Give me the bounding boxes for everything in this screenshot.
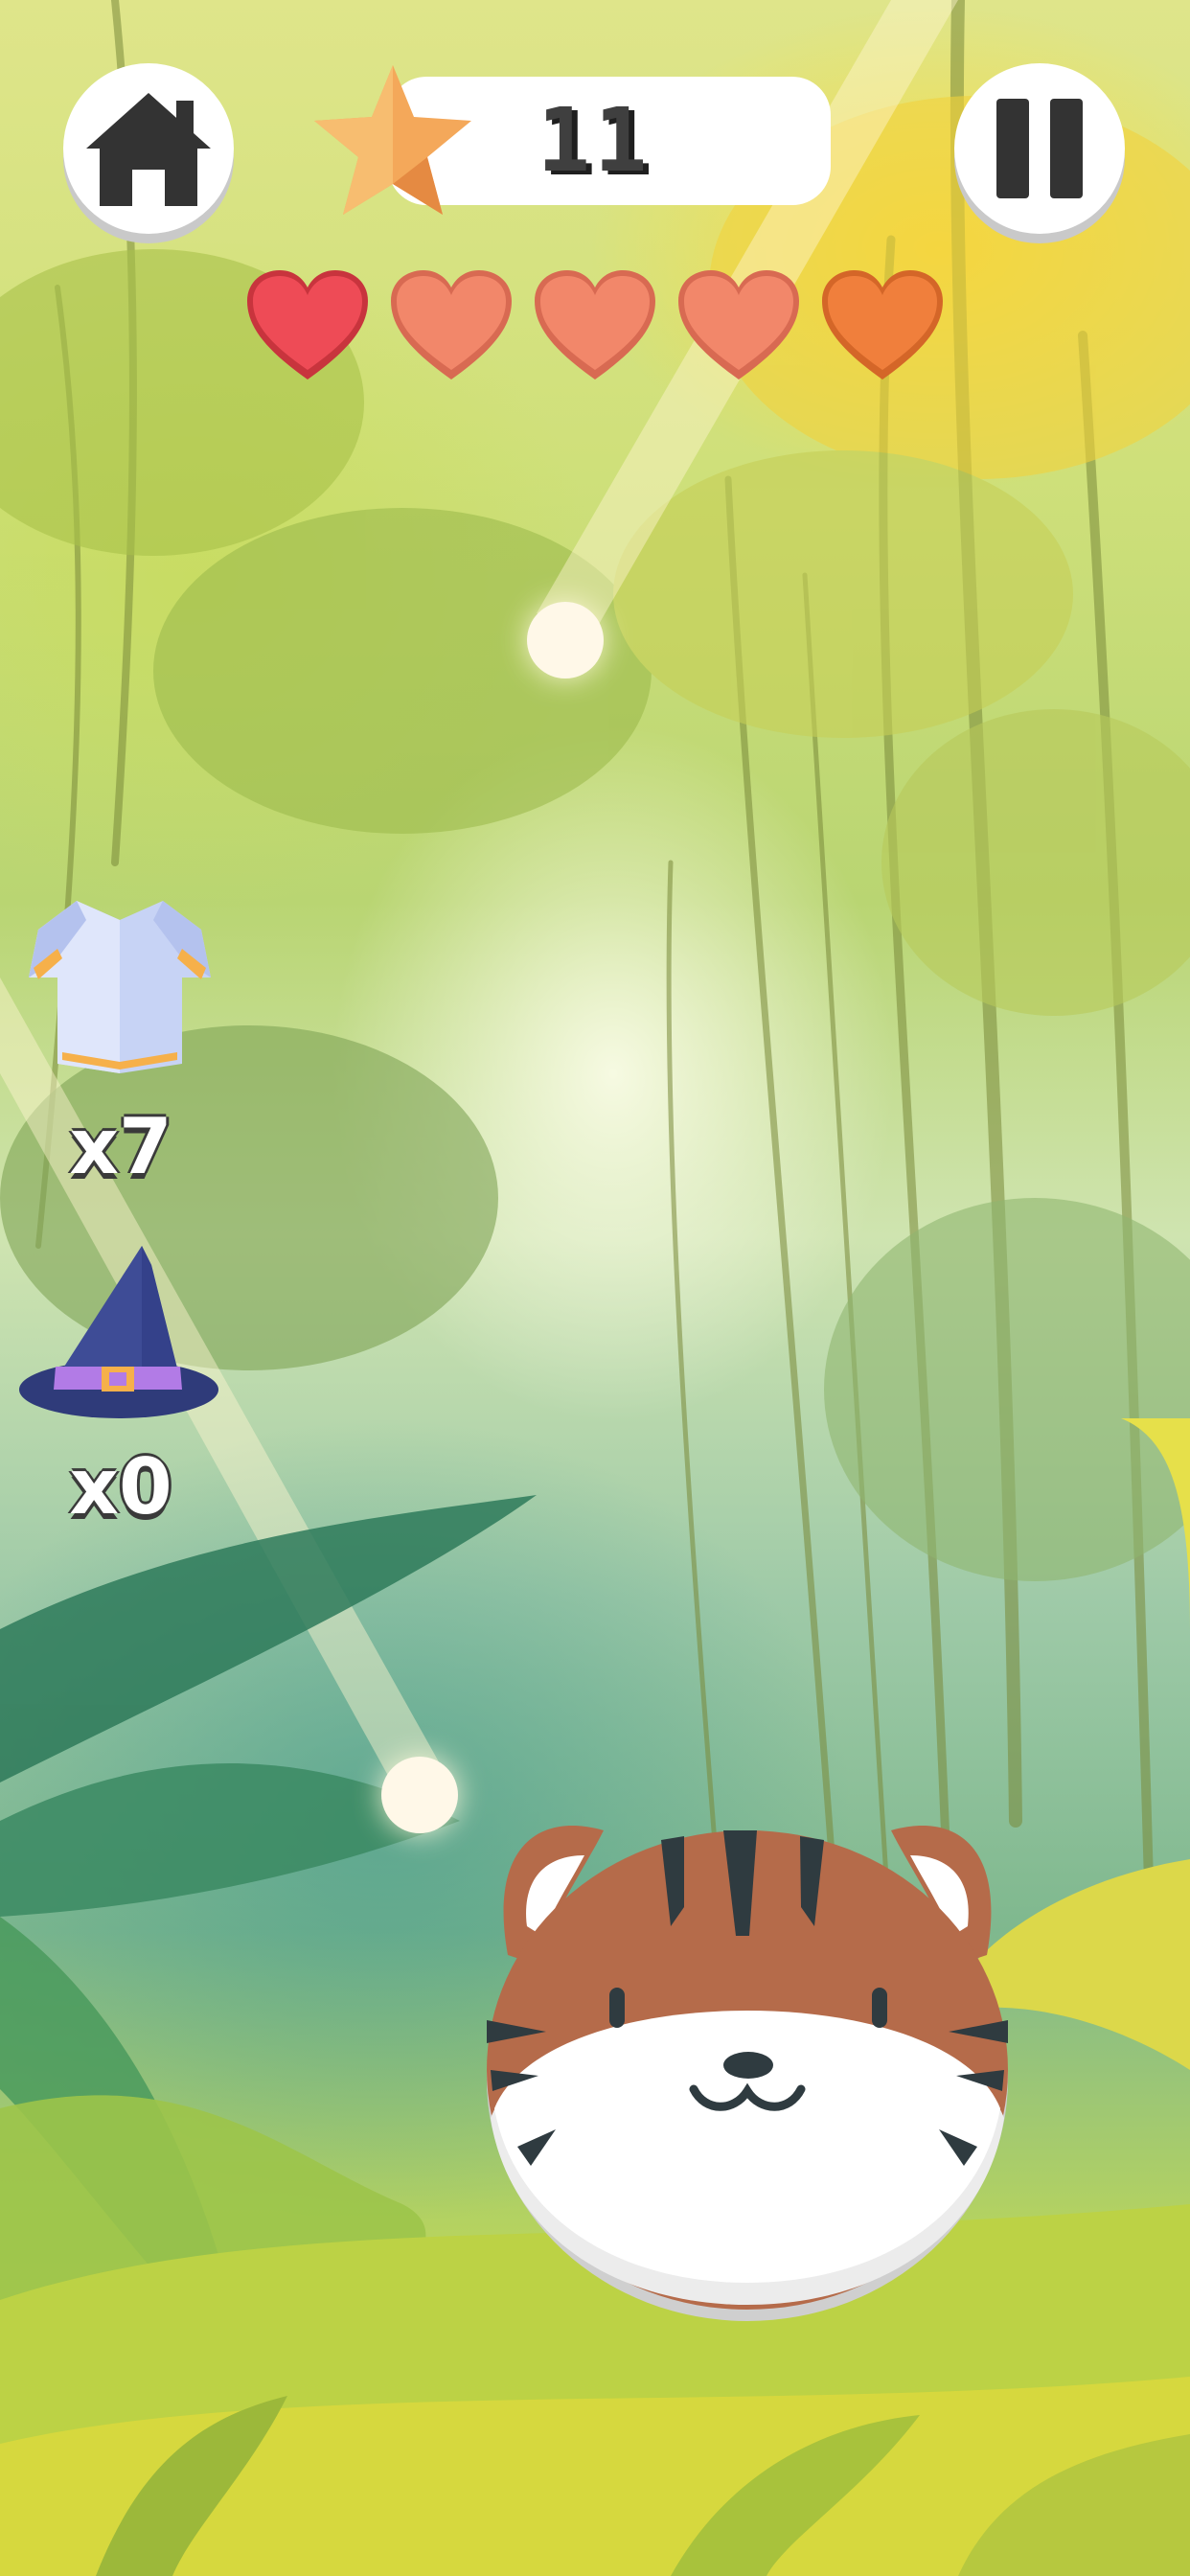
home-button[interactable] [63,63,234,234]
lives-indicator [245,268,964,383]
pause-icon [996,99,1083,198]
heart-icon [535,270,655,380]
armor-count: x7 [69,1102,172,1191]
heart-icon [391,270,512,380]
home-icon [86,93,211,206]
wizard-hat-icon[interactable] [17,1236,220,1428]
heart-icon [247,270,368,380]
wizard-hat-count: x0 [69,1442,172,1531]
falling-ball [381,1757,458,1833]
heart-icon [822,270,943,380]
falling-ball [527,602,604,678]
tiger-face-icon[interactable] [479,1792,1016,2329]
game-scene[interactable]: 11 x7 x0 [0,0,1190,2576]
score-value: 11 [537,89,652,192]
heart-icon [678,270,799,380]
pause-button[interactable] [954,63,1125,234]
armor-icon[interactable] [19,891,220,1083]
